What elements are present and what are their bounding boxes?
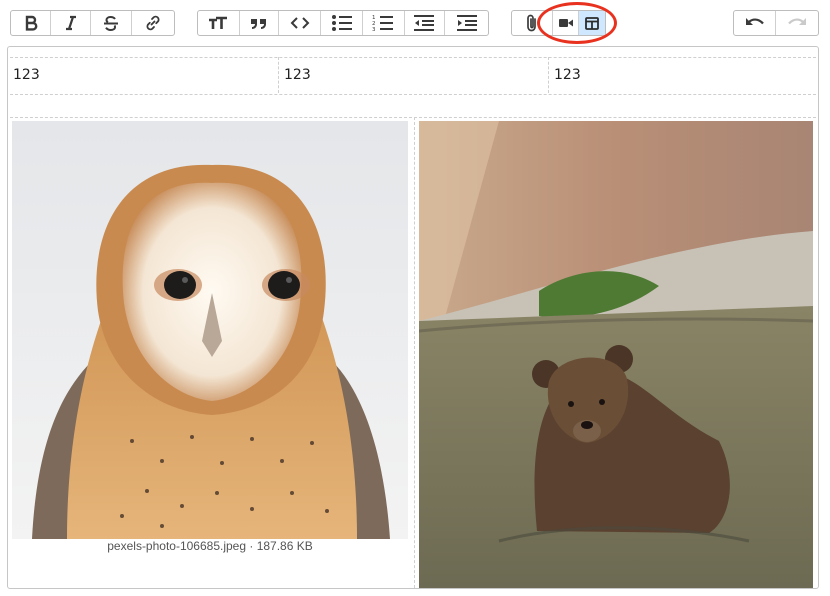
italic-icon (65, 15, 76, 31)
strikethrough-icon (104, 15, 118, 31)
table-cell[interactable]: 123 (13, 58, 40, 94)
indent-button[interactable] (445, 11, 488, 35)
bold-icon (25, 15, 37, 31)
cell-divider (548, 57, 549, 93)
table-cell[interactable]: 123 (284, 58, 311, 94)
table-row (10, 93, 816, 118)
outdent-button[interactable] (405, 11, 446, 35)
text-format-group (10, 10, 175, 36)
strikethrough-button[interactable] (91, 11, 132, 35)
numbered-list-button[interactable]: 1 2 3 (363, 11, 405, 35)
italic-button[interactable] (51, 11, 91, 35)
attach-group (511, 10, 606, 36)
bullet-list-button[interactable] (321, 11, 363, 35)
link-icon (146, 15, 160, 31)
table-layout-button[interactable] (579, 11, 605, 35)
heading-button[interactable] (198, 11, 240, 35)
undo-button[interactable] (734, 11, 777, 35)
history-group (733, 10, 819, 36)
editor-toolbar: 1 2 3 (0, 0, 830, 46)
attach-file-button[interactable] (512, 11, 553, 35)
numbered-list-icon: 1 2 3 (372, 15, 394, 32)
insert-video-button[interactable] (553, 11, 579, 35)
quote-icon (251, 19, 267, 29)
bullet-list-icon (331, 15, 352, 31)
undo-icon (745, 18, 764, 25)
link-button[interactable] (132, 11, 174, 35)
cell-divider (278, 57, 279, 93)
table-row: 123 123 123 (10, 57, 816, 95)
video-icon (558, 19, 573, 27)
redo-button[interactable] (776, 11, 818, 35)
heading-icon (209, 16, 228, 29)
paperclip-icon (527, 14, 536, 32)
indent-icon (456, 15, 477, 31)
editor-content[interactable]: 123 123 123 pexels-photo-106685.jpeg · 1… (7, 46, 819, 589)
block-format-group: 1 2 3 (197, 10, 489, 36)
table-cell[interactable]: 123 (554, 58, 581, 94)
quote-button[interactable] (240, 11, 280, 35)
table-layout-icon (585, 16, 599, 30)
outdent-icon (414, 15, 435, 31)
bear-image[interactable] (419, 121, 813, 588)
owl-image[interactable] (12, 121, 408, 539)
redo-icon (788, 18, 806, 25)
code-button[interactable] (279, 11, 322, 35)
cell-divider (414, 117, 415, 588)
bold-button[interactable] (11, 11, 51, 35)
svg-text:3: 3 (372, 27, 376, 32)
code-icon (290, 17, 310, 29)
image-caption: pexels-photo-106685.jpeg · 187.86 KB (107, 539, 313, 553)
